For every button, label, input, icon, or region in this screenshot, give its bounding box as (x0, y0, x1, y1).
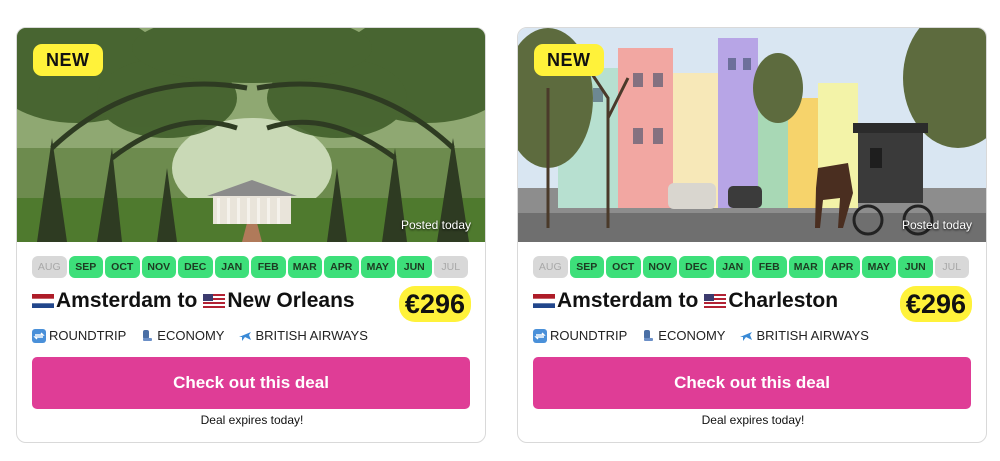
route-title: Amsterdam to Charleston (533, 289, 838, 313)
month-feb: FEB (752, 256, 787, 278)
airline-label: BRITISH AIRWAYS (756, 328, 869, 343)
trip-type-label: ROUNDTRIP (550, 328, 628, 343)
deal-photo-oak-alley[interactable]: NEW Posted today (17, 28, 485, 242)
month-feb: FEB (251, 256, 286, 278)
month-apr: APR (825, 256, 860, 278)
month-may: MAY (861, 256, 896, 278)
month-aug: AUG (533, 256, 568, 278)
cabin-label: ECONOMY (658, 328, 726, 343)
month-dec: DEC (178, 256, 213, 278)
netherlands-flag-icon (32, 294, 54, 308)
airplane-icon (238, 329, 252, 343)
check-deal-button[interactable]: Check out this deal (533, 357, 971, 409)
month-apr: APR (324, 256, 359, 278)
seat-icon (641, 329, 655, 343)
check-deal-button[interactable]: Check out this deal (32, 357, 470, 409)
new-badge: NEW (33, 44, 103, 76)
month-may: MAY (360, 256, 395, 278)
roundtrip-icon (533, 328, 547, 343)
route-destination: New Orleans (227, 289, 355, 312)
month-jan: JAN (214, 256, 249, 278)
trip-type-label: ROUNDTRIP (49, 328, 127, 343)
route-origin: Amsterdam (557, 289, 673, 312)
trip-type: ROUNDTRIP (32, 328, 126, 343)
travel-months: AUG SEP OCT NOV DEC JAN FEB MAR APR MAY … (32, 256, 468, 278)
month-mar: MAR (287, 256, 322, 278)
month-jul: JUL (433, 256, 468, 278)
month-jan: JAN (715, 256, 750, 278)
deal-price: €296 (398, 286, 471, 322)
netherlands-flag-icon (533, 294, 555, 308)
cabin-label: ECONOMY (157, 328, 225, 343)
cabin-class: ECONOMY (641, 328, 725, 343)
airline-label: BRITISH AIRWAYS (255, 328, 368, 343)
month-sep: SEP (569, 256, 604, 278)
deal-expiry-note: Deal expires today! (701, 413, 805, 427)
airplane-icon (739, 329, 753, 343)
deal-card-charleston[interactable]: NEW Posted today AUG SEP OCT NOV DEC JAN… (517, 27, 987, 443)
usa-flag-icon (203, 294, 226, 308)
month-jul: JUL (934, 256, 969, 278)
airline: BRITISH AIRWAYS (238, 328, 368, 343)
cabin-class: ECONOMY (140, 328, 224, 343)
route-title: Amsterdam to New Orleans (32, 289, 355, 313)
travel-months: AUG SEP OCT NOV DEC JAN FEB MAR APR MAY … (533, 256, 969, 278)
month-nov: NOV (642, 256, 677, 278)
month-jun: JUN (397, 256, 432, 278)
deal-details: ROUNDTRIP ECONOMY BRITISH AIRWAYS (32, 328, 368, 343)
trip-type: ROUNDTRIP (533, 328, 627, 343)
deal-details: ROUNDTRIP ECONOMY BRITISH AIRWAYS (533, 328, 869, 343)
usa-flag-icon (704, 294, 727, 308)
month-sep: SEP (68, 256, 103, 278)
deal-expiry-note: Deal expires today! (200, 413, 304, 427)
month-oct: OCT (606, 256, 641, 278)
deal-price: €296 (899, 286, 972, 322)
month-aug: AUG (32, 256, 67, 278)
route-connector: to (177, 289, 198, 312)
month-dec: DEC (679, 256, 714, 278)
seat-icon (140, 329, 154, 343)
month-oct: OCT (105, 256, 140, 278)
posted-label: Posted today (901, 218, 972, 232)
month-nov: NOV (141, 256, 176, 278)
deal-photo-rainbow-row[interactable]: NEW Posted today (518, 28, 986, 242)
route-origin: Amsterdam (56, 289, 172, 312)
route-connector: to (678, 289, 699, 312)
roundtrip-icon (32, 328, 46, 343)
new-badge: NEW (534, 44, 604, 76)
month-jun: JUN (898, 256, 933, 278)
route-destination: Charleston (728, 289, 839, 312)
month-mar: MAR (788, 256, 823, 278)
airline: BRITISH AIRWAYS (739, 328, 869, 343)
posted-label: Posted today (400, 218, 471, 232)
deal-card-new-orleans[interactable]: NEW Posted today AUG SEP OCT NOV DEC JAN… (16, 27, 486, 443)
